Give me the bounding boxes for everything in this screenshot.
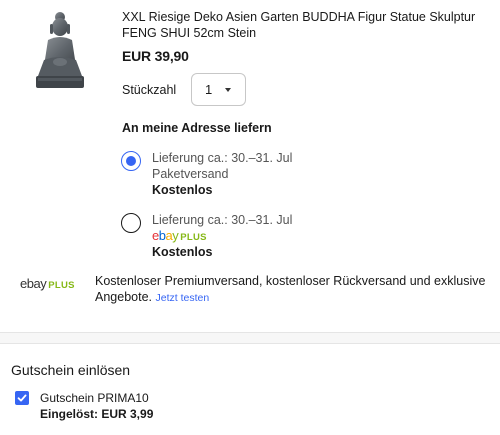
ebay-plus-logo: ebay PLUS — [152, 228, 207, 243]
coupon-checkbox[interactable] — [15, 391, 29, 405]
ebay-plus-promo-logo: ebay PLUS — [20, 275, 75, 293]
checkmark-icon — [17, 394, 27, 402]
shipping-option-2-radio[interactable] — [121, 213, 141, 233]
plus-logo-text: PLUS — [48, 280, 75, 291]
product-title[interactable]: XXL Riesige Deko Asien Garten BUDDHA Fig… — [122, 9, 497, 41]
quantity-value: 1 — [205, 82, 213, 97]
shipping-option-2-cost: Kostenlos — [152, 245, 213, 259]
chevron-down-icon — [225, 88, 231, 92]
buddha-statue-image — [30, 10, 90, 90]
shipping-option-1-method: Paketversand — [152, 167, 229, 181]
section-divider — [0, 332, 500, 344]
coupon-name: Gutschein PRIMA10 — [40, 391, 149, 405]
ebay-logo-text: ebay — [20, 276, 47, 291]
shipping-option-1-delivery: Lieferung ca.: 30.–31. Jul — [152, 151, 293, 165]
product-price: EUR 39,90 — [122, 48, 189, 64]
ebay-plus-promo-text: Kostenloser Premiumversand, kostenloser … — [95, 274, 486, 304]
shipping-option-2[interactable]: Lieferung ca.: 30.–31. Jul ebay PLUS Kos… — [152, 212, 292, 260]
ebay-plus-promo: Kostenloser Premiumversand, kostenloser … — [95, 273, 495, 306]
quantity-select[interactable]: 1 — [191, 73, 246, 106]
shipping-option-1-cost: Kostenlos — [152, 183, 213, 197]
shipping-option-2-delivery: Lieferung ca.: 30.–31. Jul — [152, 213, 293, 227]
quantity-label: Stückzahl — [122, 83, 177, 97]
try-now-link[interactable]: Jetzt testen — [155, 292, 209, 304]
coupon-applied: Eingelöst: EUR 3,99 — [40, 407, 154, 421]
coupon-heading: Gutschein einlösen — [11, 362, 131, 378]
shipping-option-1-radio[interactable] — [121, 151, 141, 171]
shipping-heading: An meine Adresse liefern — [122, 121, 272, 135]
shipping-option-1[interactable]: Lieferung ca.: 30.–31. Jul Paketversand … — [152, 150, 292, 198]
